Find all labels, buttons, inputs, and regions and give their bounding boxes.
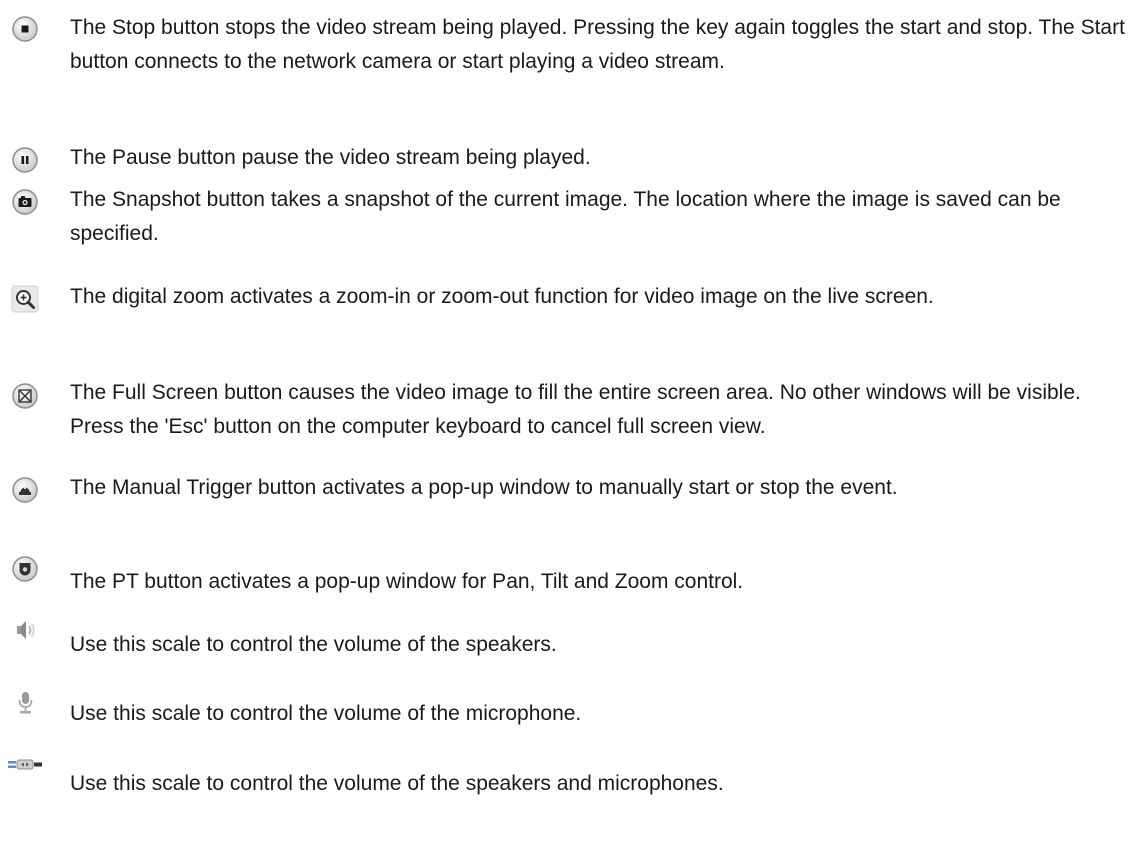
speaker-icon [10, 615, 40, 645]
manual-trigger-icon [10, 475, 40, 505]
pause-icon [10, 145, 40, 175]
fullscreen-icon [10, 381, 40, 411]
description-text: The Stop button stops the video stream b… [70, 16, 1125, 73]
pt-icon [10, 554, 40, 584]
microphone-icon [10, 688, 40, 718]
description-text: The Manual Trigger button activates a po… [70, 476, 898, 499]
description-text: The PT button activates a pop-up window … [70, 570, 744, 593]
description-text: The Pause button pause the video stream … [70, 146, 591, 169]
description-text: Use this scale to control the volume of … [70, 772, 724, 795]
volume-slider-icon [6, 752, 46, 782]
zoom-icon [10, 284, 40, 314]
snapshot-icon [10, 187, 40, 217]
stop-icon [10, 14, 40, 44]
description-text: The digital zoom activates a zoom-in or … [70, 285, 934, 308]
description-text: Use this scale to control the volume of … [70, 633, 557, 656]
description-text: The Full Screen button causes the video … [70, 381, 1081, 438]
description-text: Use this scale to control the volume of … [70, 702, 582, 725]
description-text: The Snapshot button takes a snapshot of … [70, 188, 1061, 245]
